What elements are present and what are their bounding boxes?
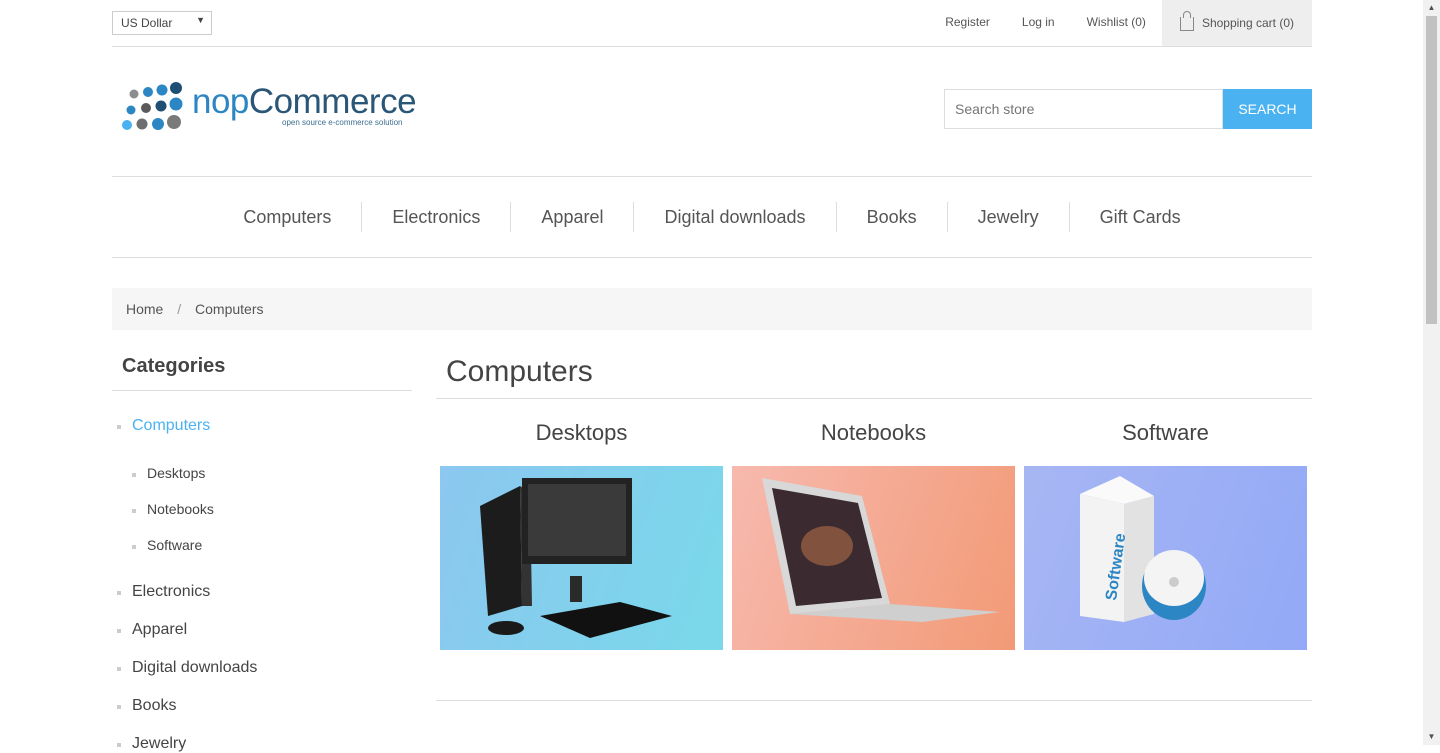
breadcrumb-current: Computers [195,301,264,317]
bullet-icon [117,425,121,429]
chevron-down-icon: ▼ [196,15,205,25]
logo-commerce: Commerce [248,82,417,121]
breadcrumb-home[interactable]: Home [126,288,163,330]
subcategory-name[interactable]: Notebooks [732,420,1015,466]
category-apparel[interactable]: Apparel [132,621,187,639]
subcategory-notebooks[interactable]: Notebooks [732,420,1015,650]
wishlist-link[interactable]: Wishlist (0) [1071,0,1162,46]
category-software[interactable]: Software [147,537,202,553]
breadcrumb: Home / Computers [112,288,1312,330]
categories-block: Categories [112,355,412,391]
subcategory-name[interactable]: Software [1024,420,1307,466]
menu-item-digital-downloads[interactable]: Digital downloads [633,202,835,232]
register-link[interactable]: Register [929,0,1006,46]
currency-value: US Dollar [121,16,173,30]
category-desktops[interactable]: Desktops [147,465,205,481]
logo-dots-icon [122,82,183,130]
search-input[interactable] [944,89,1223,129]
cart-label: Shopping cart (0) [1201,16,1294,30]
category-computers[interactable]: Computers [132,417,210,435]
menu-item-apparel[interactable]: Apparel [510,202,633,232]
menu-item-books[interactable]: Books [835,202,947,232]
bullet-icon [117,591,121,595]
categories-title: Categories [112,355,412,391]
scroll-up-icon[interactable]: ▲ [1423,0,1440,16]
shopping-bag-icon [1179,11,1194,31]
login-link[interactable]: Log in [1006,0,1071,46]
subcategory-desktops[interactable]: Desktops [440,420,723,650]
currency-selector[interactable]: US Dollar ▼ [112,11,212,35]
logo-tagline: open source e-commerce solution [282,118,403,127]
menu-item-electronics[interactable]: Electronics [361,202,510,232]
bullet-icon [132,545,136,549]
shopping-cart-link[interactable]: Shopping cart (0) [1161,0,1312,46]
software-box-illustration: Software [1080,476,1206,622]
content-divider [436,700,1312,701]
bullet-icon [132,473,136,477]
desktops-image[interactable] [440,466,723,650]
notebooks-image[interactable] [732,466,1015,650]
page-scrollbar[interactable]: ▲ ▼ [1423,0,1440,745]
top-menu: Computers Electronics Apparel Digital do… [112,176,1312,258]
header-links: Register Log in Wishlist (0) Shopping ca… [929,0,1312,46]
laptop-illustration [762,478,1000,622]
store-logo[interactable]: nopCommerce open source e-commerce solut… [116,80,417,135]
software-image[interactable]: Software [1024,466,1307,650]
logo-nop: nop [192,82,249,121]
scrollbar-thumb[interactable] [1426,16,1437,324]
bullet-icon [132,509,136,513]
category-jewelry[interactable]: Jewelry [132,735,186,753]
menu-item-jewelry[interactable]: Jewelry [946,202,1069,232]
menu-item-gift-cards[interactable]: Gift Cards [1068,202,1211,232]
bullet-icon [117,743,121,747]
category-books[interactable]: Books [132,697,176,715]
subcategory-name[interactable]: Desktops [440,420,723,466]
bullet-icon [117,705,121,709]
header-top: US Dollar ▼ Register Log in Wishlist (0)… [112,0,1312,47]
logo-wordmark: nopCommerce [192,82,417,122]
breadcrumb-separator: / [177,301,182,317]
category-digital-downloads[interactable]: Digital downloads [132,659,257,677]
search-button[interactable]: SEARCH [1223,89,1312,129]
page-title: Computers [436,355,1312,399]
subcategory-software[interactable]: Software Software [1024,420,1307,650]
category-electronics[interactable]: Electronics [132,583,210,601]
category-notebooks[interactable]: Notebooks [147,501,214,517]
scroll-down-icon[interactable]: ▼ [1423,729,1440,745]
bullet-icon [117,629,121,633]
desktop-computer-illustration [480,478,672,638]
menu-item-computers[interactable]: Computers [213,202,361,232]
bullet-icon [117,667,121,671]
